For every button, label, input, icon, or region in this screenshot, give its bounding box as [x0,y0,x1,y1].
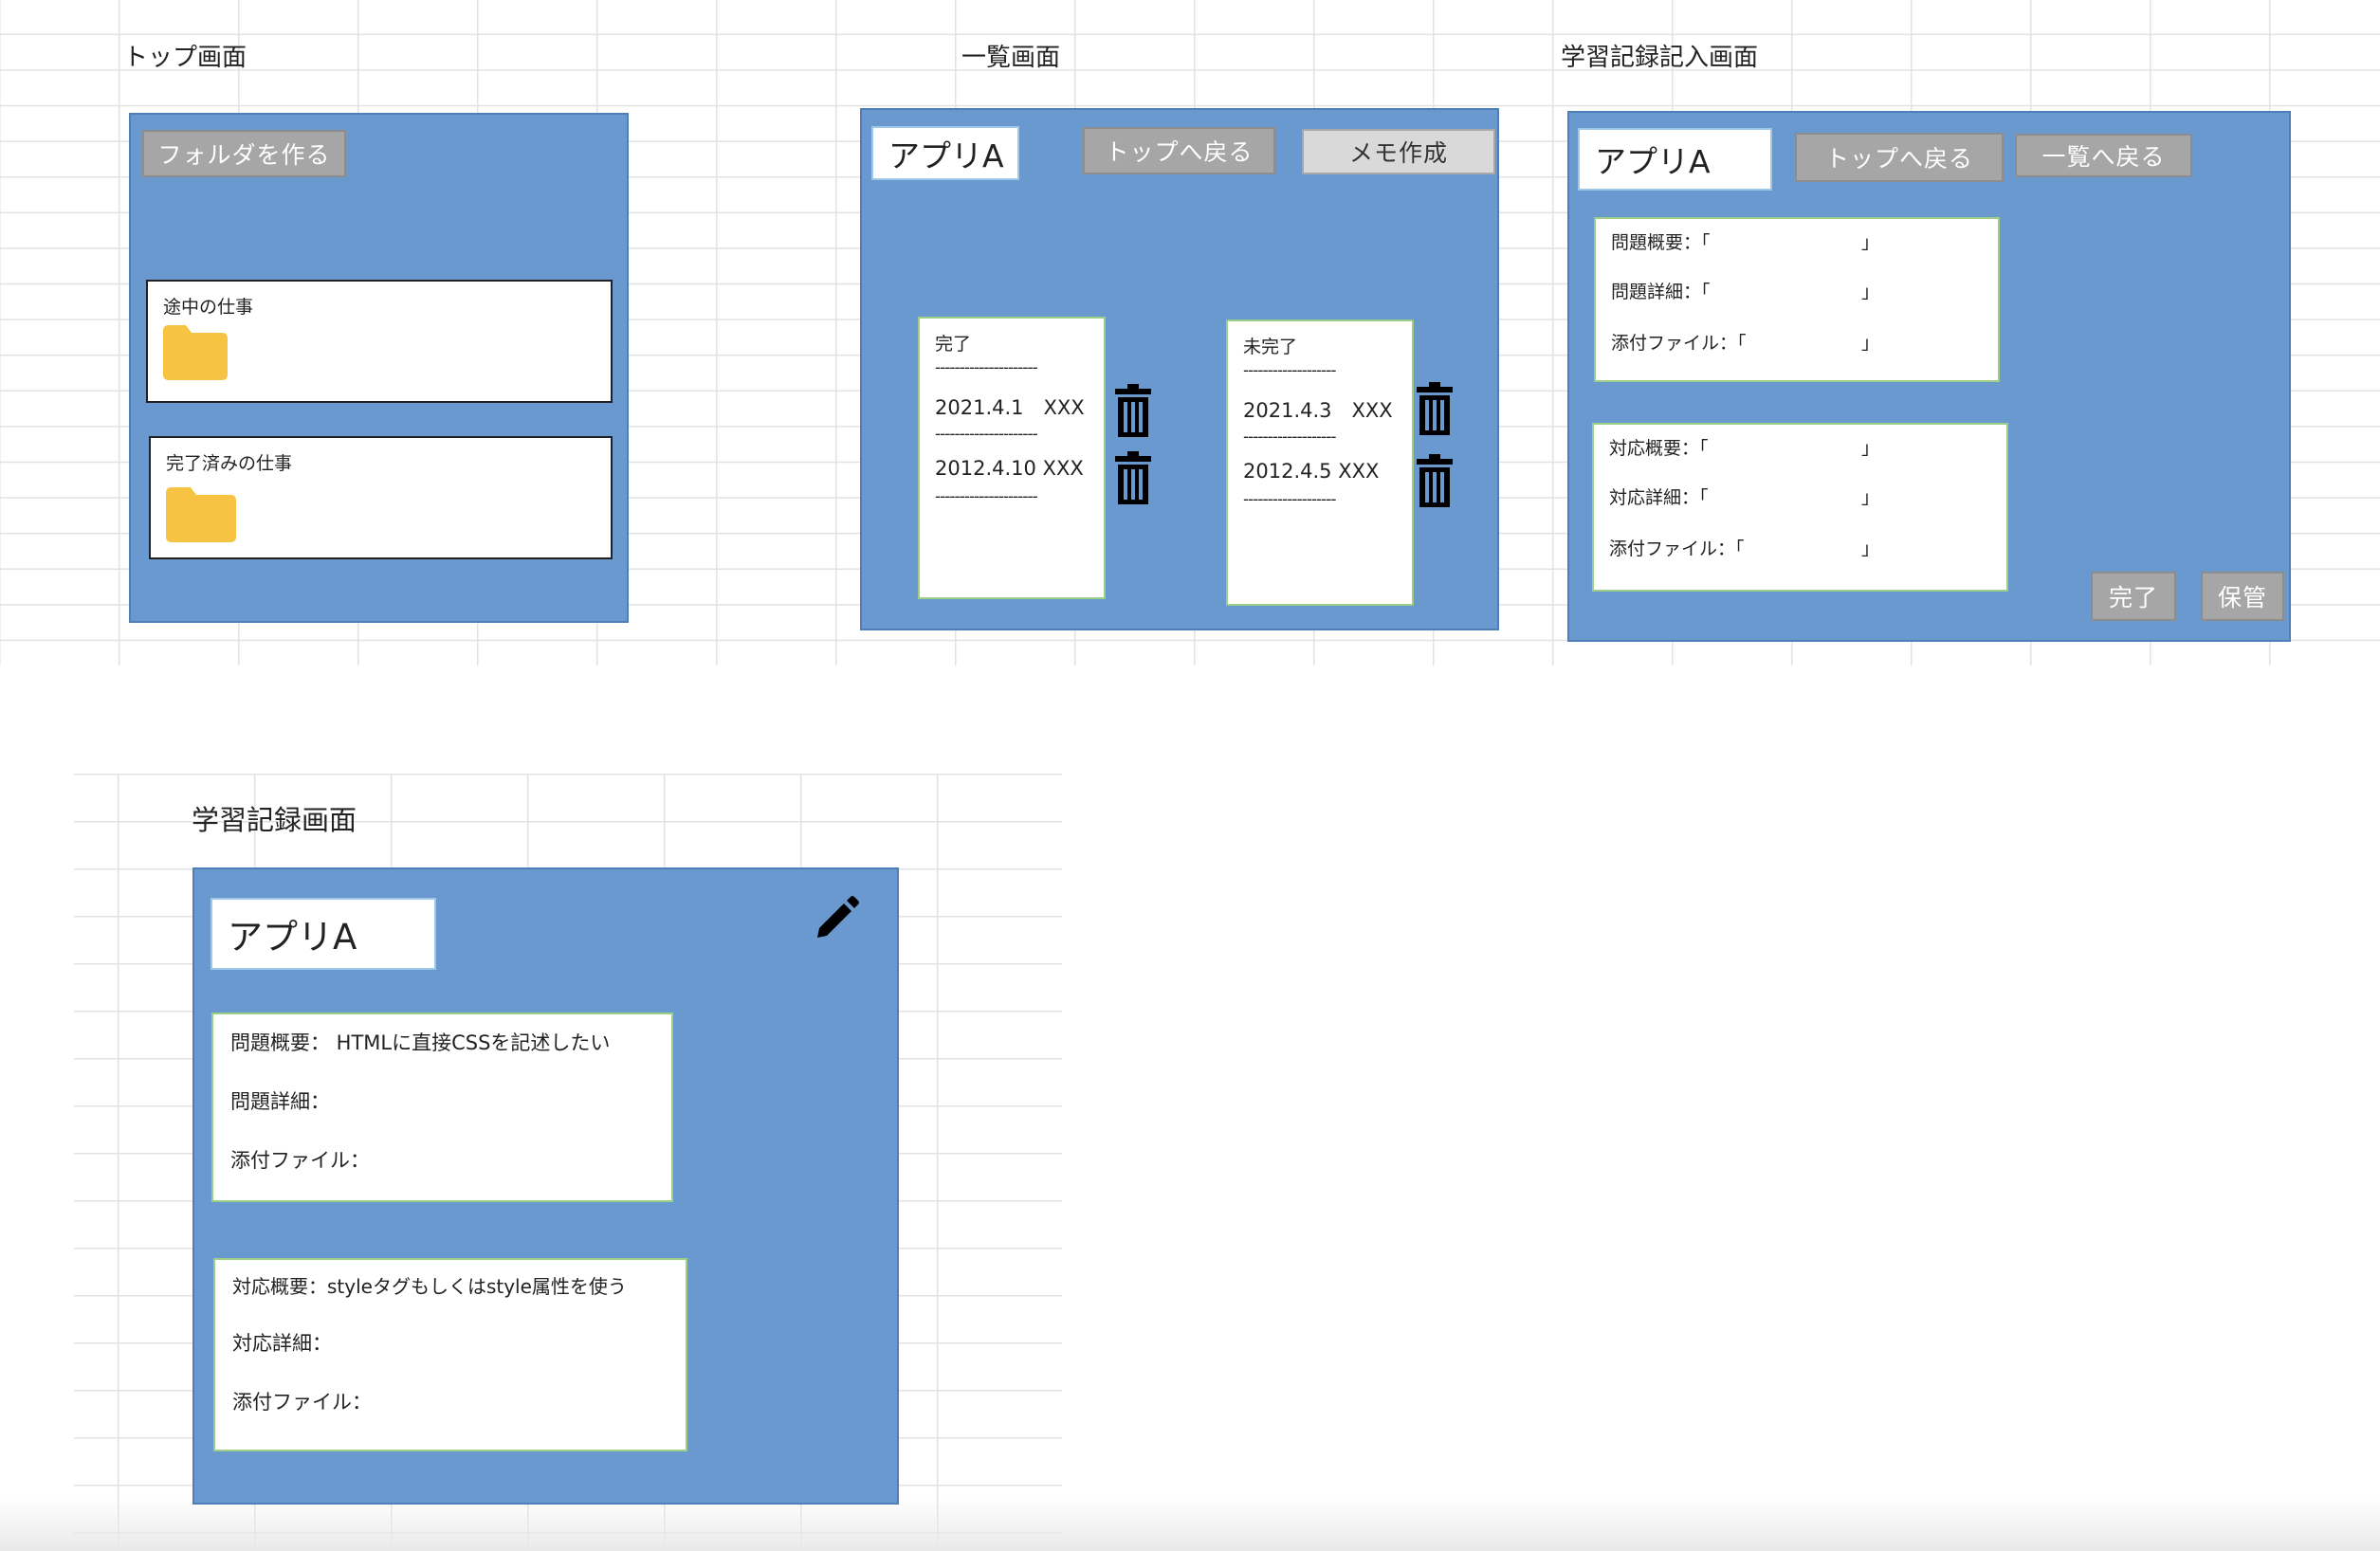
window-bottom-edge [0,1498,2380,1551]
response-fields-box: 対応概要：「 」 対応詳細：「 」 添付ファイル：「 」 [1592,423,2008,592]
trash-icon[interactable] [1115,384,1151,437]
problem-attachment: 添付ファイル： [230,1149,370,1172]
trash-icon[interactable] [1417,382,1453,435]
separator: --------------------- [935,425,1038,444]
response-summary-field[interactable]: 対応概要：「 [1609,434,1709,460]
problem-attachment-field[interactable]: 添付ファイル：「 [1611,329,1747,355]
app-title: アプリA [871,126,1019,180]
done-column-header: 完了 [935,334,972,355]
folder-label: 途中の仕事 [163,297,254,318]
response-summary: 対応概要：styleタグもしくはstyle属性を使う [232,1275,627,1298]
separator: ------------------- [1243,361,1337,380]
undone-item-1[interactable]: 2021.4.3 XXX [1243,395,1393,424]
problem-info-box: 問題概要： HTMLに直接CSSを記述したい 問題詳細： 添付ファイル： [211,1013,673,1202]
problem-detail-field[interactable]: 問題詳細：「 [1611,278,1711,303]
done-column: 完了 --------------------- 2021.4.1 XXX --… [918,317,1106,599]
back-to-list-button[interactable]: 一覧へ戻る [2015,134,2192,177]
bracket-close: 」 [1861,487,1880,508]
problem-summary: 問題概要： HTMLに直接CSSを記述したい [230,1031,611,1054]
folder-card-completed[interactable]: 完了済みの仕事 [149,436,613,559]
separator: ------------------- [1243,490,1337,509]
folder-icon [166,487,236,542]
response-info-box: 対応概要：styleタグもしくはstyle属性を使う 対応詳細： 添付ファイル： [213,1258,687,1451]
response-detail: 対応詳細： [232,1332,332,1355]
folder-icon [163,325,228,380]
undone-column-header: 未完了 [1243,337,1298,357]
back-to-top-button[interactable]: トップへ戻る [1083,127,1275,174]
undone-column: 未完了 ------------------- 2021.4.3 XXX ---… [1226,319,1414,606]
undone-item-2[interactable]: 2012.4.5 XXX [1243,460,1379,483]
entry-screen-label: 学習記録記入画面 [1561,44,1759,72]
entry-screen-panel: アプリA トップへ戻る 一覧へ戻る 問題概要：「 」 問題詳細：「 」 添付ファ… [1567,111,2291,642]
pencil-icon[interactable] [815,896,859,940]
trash-icon[interactable] [1115,451,1151,504]
problem-summary-field[interactable]: 問題概要：「 [1611,228,1711,254]
app-title: アプリA [211,898,436,970]
problem-detail: 問題詳細： [230,1090,330,1113]
done-item-1[interactable]: 2021.4.1 XXX [935,392,1085,421]
bracket-close: 」 [1861,333,1880,354]
record-screen-panel: アプリA 問題概要： HTMLに直接CSSを記述したい 問題詳細： 添付ファイル… [192,867,899,1505]
top-screen-label: トップ画面 [123,44,247,72]
folder-card-in-progress[interactable]: 途中の仕事 [146,280,613,403]
response-attachment: 添付ファイル： [232,1391,372,1414]
complete-button[interactable]: 完了 [2091,572,2176,621]
done-item-2[interactable]: 2012.4.10 XXX [935,457,1084,480]
folder-label: 完了済みの仕事 [166,453,293,474]
bracket-close: 」 [1861,438,1880,459]
problem-fields-box: 問題概要：「 」 問題詳細：「 」 添付ファイル：「 」 [1594,217,2000,382]
bracket-close: 」 [1861,282,1880,302]
bracket-close: 」 [1861,232,1880,253]
bracket-close: 」 [1861,538,1880,559]
list-screen-panel: アプリA トップへ戻る メモ作成 完了 --------------------… [860,108,1499,630]
back-to-top-button[interactable]: トップへ戻る [1795,133,2004,182]
separator: --------------------- [935,487,1038,506]
response-attachment-field[interactable]: 添付ファイル：「 [1609,535,1745,560]
list-screen-label: 一覧画面 [961,44,1061,72]
create-memo-button[interactable]: メモ作成 [1302,129,1495,174]
separator: --------------------- [935,358,1038,377]
response-detail-field[interactable]: 対応詳細：「 [1609,484,1709,509]
save-button[interactable]: 保管 [2201,572,2284,621]
make-folder-button[interactable]: フォルダを作る [142,130,346,177]
record-screen-label: 学習記録画面 [192,804,357,836]
app-title: アプリA [1578,128,1772,191]
top-screen-panel: フォルダを作る 途中の仕事 完了済みの仕事 [129,113,629,623]
trash-icon[interactable] [1417,454,1453,507]
separator: ------------------- [1243,428,1337,447]
